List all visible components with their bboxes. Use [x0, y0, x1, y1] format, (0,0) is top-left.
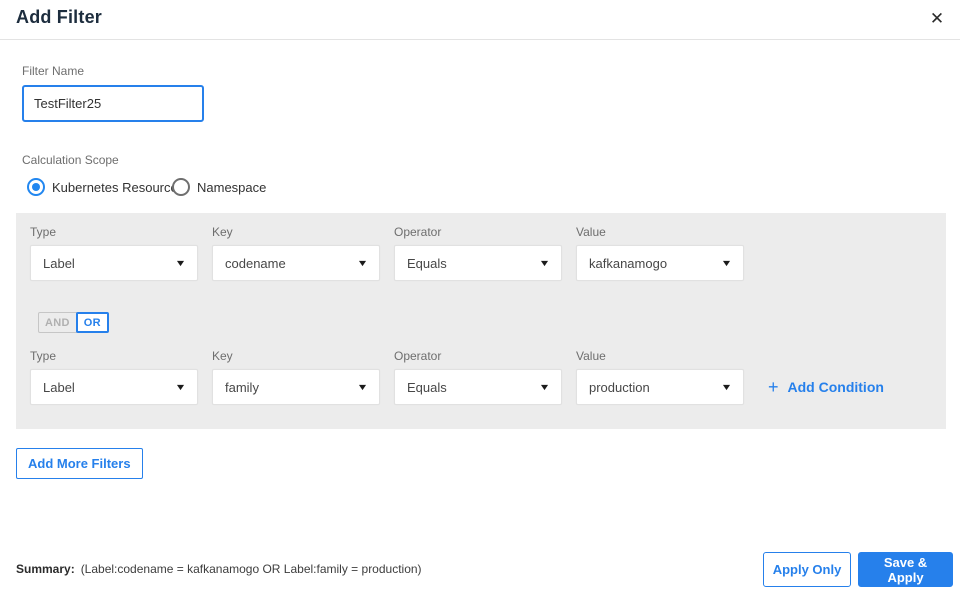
radio-namespace[interactable]: Namespace	[172, 177, 266, 197]
operator-select[interactable]: Equals ▼	[394, 369, 562, 405]
logic-and-button[interactable]: AND	[38, 312, 77, 333]
select-value: production	[589, 379, 650, 395]
key-select[interactable]: codename ▼	[212, 245, 380, 281]
save-and-apply-button[interactable]: Save & Apply	[858, 552, 953, 587]
chevron-down-icon: ▼	[174, 381, 187, 392]
logic-toggle: AND OR	[38, 312, 109, 333]
add-condition-label: Add Condition	[787, 379, 884, 395]
filter-name-label: Filter Name	[22, 64, 85, 78]
add-more-filters-button[interactable]: Add More Filters	[16, 448, 143, 479]
summary-text: (Label:codename = kafkanamogo OR Label:f…	[80, 562, 422, 576]
add-condition-button[interactable]: + Add Condition	[768, 369, 884, 405]
radio-label: Kubernetes Resource	[52, 179, 178, 195]
apply-only-button[interactable]: Apply Only	[763, 552, 851, 587]
calculation-scope-label: Calculation Scope	[22, 153, 119, 167]
chevron-down-icon: ▼	[720, 381, 733, 392]
select-value: Equals	[407, 379, 447, 395]
operator-column-label: Operator	[394, 349, 442, 363]
type-column-label: Type	[30, 225, 57, 239]
close-icon[interactable]: ✕	[922, 4, 952, 34]
logic-or-button[interactable]: OR	[75, 312, 109, 333]
plus-icon: +	[768, 376, 779, 397]
page-title: Add Filter	[16, 7, 102, 27]
conditions-panel: Type Key Operator Value Label ▼ codename…	[16, 213, 946, 429]
key-select[interactable]: family ▼	[212, 369, 380, 405]
type-select[interactable]: Label ▼	[30, 369, 198, 405]
select-value: Equals	[407, 255, 447, 271]
chevron-down-icon: ▼	[538, 257, 551, 268]
key-column-label: Key	[212, 349, 233, 363]
summary-label: Summary:	[16, 562, 75, 576]
chevron-down-icon: ▼	[356, 257, 369, 268]
select-value: Label	[43, 255, 75, 271]
chevron-down-icon: ▼	[538, 381, 551, 392]
filter-name-input[interactable]	[22, 85, 204, 122]
radio-kubernetes-resource[interactable]: Kubernetes Resource	[27, 177, 178, 197]
type-column-label: Type	[30, 349, 57, 363]
dialog-header: Add Filter ✕	[0, 0, 960, 40]
value-select[interactable]: kafkanamogo ▼	[576, 245, 744, 281]
chevron-down-icon: ▼	[356, 381, 369, 392]
type-select[interactable]: Label ▼	[30, 245, 198, 281]
value-column-label: Value	[576, 349, 606, 363]
operator-column-label: Operator	[394, 225, 442, 239]
select-value: Label	[43, 379, 75, 395]
select-value: family	[225, 379, 259, 395]
select-value: codename	[225, 255, 286, 271]
value-column-label: Value	[576, 225, 606, 239]
value-select[interactable]: production ▼	[576, 369, 744, 405]
select-value: kafkanamogo	[589, 255, 668, 271]
radio-unselected-icon	[172, 178, 190, 196]
radio-label: Namespace	[197, 179, 267, 195]
key-column-label: Key	[212, 225, 233, 239]
radio-selected-icon	[27, 178, 45, 196]
summary: Summary: (Label:codename = kafkanamogo OR…	[16, 562, 422, 576]
chevron-down-icon: ▼	[720, 257, 733, 268]
operator-select[interactable]: Equals ▼	[394, 245, 562, 281]
chevron-down-icon: ▼	[174, 257, 187, 268]
